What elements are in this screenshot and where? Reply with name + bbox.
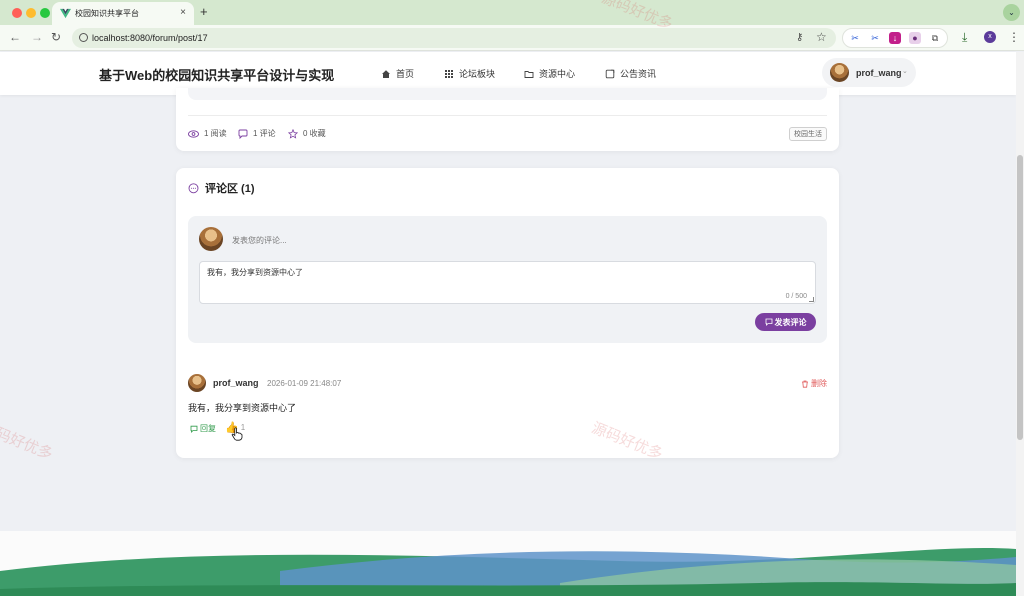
scrollbar-thumb[interactable]: [1017, 155, 1023, 440]
comment-composer: 发表您的评论... 我有，我分享到资源中心了 0 / 500 发表评论: [188, 216, 827, 343]
user-name: prof_wang: [856, 68, 902, 78]
site-title[interactable]: 基于Web的校园知识共享平台设计与实现: [99, 65, 334, 84]
chat-bubble-icon: [188, 182, 199, 193]
new-tab-button[interactable]: +: [200, 5, 208, 18]
divider: [188, 115, 827, 116]
forward-arrow-icon[interactable]: →: [31, 30, 43, 44]
eye-icon: [188, 129, 199, 138]
composer-hint: 发表您的评论...: [232, 236, 287, 245]
extensions-group: ✂ ✂ ↓ ● ⧉: [842, 28, 948, 48]
window-zoom-button[interactable]: [40, 8, 50, 18]
nav-item-notices[interactable]: 公告资讯: [605, 67, 656, 80]
post-card: 1 阅读 1 评论 0 收藏 校园生活: [176, 88, 839, 151]
comment-textarea[interactable]: 我有，我分享到资源中心了 0 / 500: [199, 261, 816, 304]
user-avatar: [830, 63, 849, 82]
user-menu[interactable]: prof_wang ⌄: [822, 58, 916, 87]
scissors-alt-extension-icon[interactable]: ✂: [869, 32, 881, 44]
post-views: 1 阅读: [188, 128, 227, 139]
puzzle-extensions-icon[interactable]: ⧉: [929, 32, 941, 44]
browser-profile-avatar[interactable]: x: [984, 31, 996, 43]
browser-tab[interactable]: 校园知识共享平台 ×: [52, 2, 194, 25]
downloads-icon[interactable]: ⤓: [962, 30, 967, 45]
reply-label: 回复: [200, 424, 216, 433]
nav-label: 首页: [396, 69, 415, 79]
browser-tab-bar: 校园知识共享平台 × + ⌄: [0, 0, 1024, 25]
address-bar[interactable]: localhost:8080/forum/post/17 ⚷ ☆: [72, 28, 836, 48]
comment-draft-text[interactable]: 我有，我分享到资源中心了: [207, 267, 303, 278]
comment-body: 我有，我分享到资源中心了: [188, 403, 297, 413]
star-icon: [288, 128, 298, 139]
folder-icon: [524, 70, 534, 78]
reload-icon[interactable]: ↻: [51, 30, 61, 44]
browser-toolbar: ← → ↻ localhost:8080/forum/post/17 ⚷ ☆ ✂…: [0, 25, 1024, 51]
resize-handle[interactable]: [809, 297, 814, 302]
browser-menu-icon[interactable]: ⋮: [1008, 30, 1020, 44]
comment-author-avatar[interactable]: [188, 374, 206, 392]
back-arrow-icon[interactable]: ←: [9, 30, 21, 44]
char-counter: 0 / 500: [785, 293, 807, 300]
view-count: 1 阅读: [204, 129, 227, 138]
post-tag[interactable]: 校园生活: [789, 127, 827, 141]
comment-section: 评论区 (1) 发表您的评论... 我有，我分享到资源中心了 0 / 500 发…: [176, 168, 839, 458]
comment-section-title: 评论区 (1): [188, 180, 255, 196]
nav-label: 资源中心: [539, 69, 576, 79]
window-close-button[interactable]: [12, 8, 22, 18]
delete-label: 删除: [811, 379, 827, 388]
post-content-area: [188, 88, 827, 100]
window-minimize-button[interactable]: [26, 8, 36, 18]
comment-icon: [238, 129, 248, 139]
grid-icon: [445, 69, 453, 78]
chevron-down-icon: ⌄: [1008, 8, 1015, 17]
chevron-down-icon: ⌄: [902, 68, 908, 75]
comment-time: 2026-01-09 21:48:07: [267, 379, 342, 388]
comment-section-heading: 评论区 (1): [205, 183, 255, 195]
favorite-count: 0 收藏: [303, 129, 326, 138]
post-comments: 1 评论: [238, 128, 276, 139]
nav-item-resources[interactable]: 资源中心: [524, 67, 575, 80]
nav-item-forum[interactable]: 论坛板块: [444, 67, 495, 80]
reply-button[interactable]: 回复: [190, 423, 216, 434]
key-icon[interactable]: ⚷: [796, 32, 803, 43]
tab-title: 校园知识共享平台: [75, 9, 139, 18]
tab-close-icon[interactable]: ×: [180, 7, 186, 19]
comment-icon: [765, 318, 772, 326]
watermark-text: 源码好优多: [0, 419, 56, 464]
home-icon: [382, 69, 390, 78]
post-favorites[interactable]: 0 收藏: [288, 128, 326, 139]
site-info-icon[interactable]: [79, 33, 88, 42]
download-extension-icon[interactable]: ↓: [889, 32, 901, 44]
scissors-extension-icon[interactable]: ✂: [849, 32, 861, 44]
comment-count: 1 评论: [253, 129, 276, 138]
wave-graphic: [0, 547, 1016, 596]
composer-avatar: [199, 227, 223, 251]
comment-author[interactable]: prof_wang: [213, 378, 259, 388]
hand-cursor-icon: [231, 427, 243, 441]
nav-label: 论坛板块: [459, 69, 496, 79]
delete-comment-button[interactable]: 删除: [801, 378, 827, 389]
trash-icon: [802, 380, 808, 388]
nav-label: 公告资讯: [620, 69, 657, 79]
vue-logo-icon: [60, 8, 71, 19]
nav-item-home[interactable]: 首页: [381, 67, 414, 80]
footer-wave-decoration: [0, 531, 1016, 596]
page-scrollbar[interactable]: [1016, 52, 1024, 596]
bookmark-star-icon[interactable]: ☆: [816, 30, 827, 44]
url-text[interactable]: localhost:8080/forum/post/17: [92, 33, 208, 43]
reply-icon: [190, 425, 198, 433]
notice-icon: [605, 69, 615, 78]
submit-label: 发表评论: [774, 317, 807, 327]
mask-extension-icon[interactable]: ●: [909, 32, 921, 44]
tab-search-button[interactable]: ⌄: [1003, 4, 1020, 21]
submit-comment-button[interactable]: 发表评论: [755, 313, 816, 331]
